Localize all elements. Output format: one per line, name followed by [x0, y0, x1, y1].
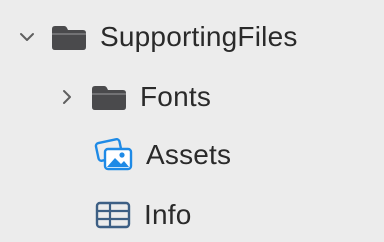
- tree-item-assets[interactable]: Assets: [94, 130, 231, 180]
- project-navigator-tree: SupportingFiles Fonts Assets Info: [0, 0, 384, 242]
- tree-item-info[interactable]: Info: [94, 190, 192, 240]
- folder-icon: [90, 83, 128, 111]
- asset-catalog-icon: [94, 138, 134, 172]
- chevron-down-icon[interactable]: [18, 28, 36, 46]
- tree-item-fonts[interactable]: Fonts: [58, 72, 211, 122]
- plist-table-icon: [94, 200, 132, 230]
- folder-icon: [50, 23, 88, 51]
- tree-item-label: SupportingFiles: [100, 21, 298, 52]
- tree-item-label: Assets: [146, 139, 232, 170]
- tree-item-label: Fonts: [140, 81, 212, 112]
- tree-item-supportingfiles[interactable]: SupportingFiles: [18, 12, 298, 62]
- chevron-right-icon[interactable]: [58, 88, 76, 106]
- tree-item-label: Info: [144, 199, 192, 230]
